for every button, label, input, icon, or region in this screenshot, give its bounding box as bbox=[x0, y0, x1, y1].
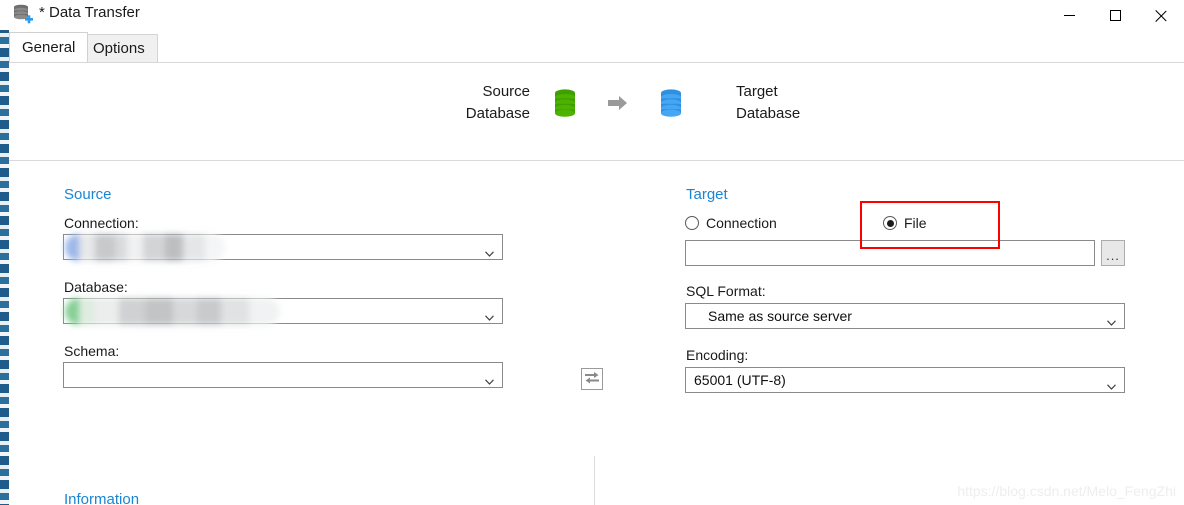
chevron-down-icon bbox=[1107, 313, 1116, 326]
minimize-button[interactable] bbox=[1046, 0, 1092, 30]
target-database-caption: Target Database bbox=[736, 81, 832, 125]
source-connection-combo[interactable] bbox=[63, 234, 503, 260]
background-strip-cover bbox=[0, 0, 9, 30]
radio-checked-icon bbox=[883, 216, 897, 230]
chevron-down-icon bbox=[485, 244, 494, 257]
source-caption-line2: Database bbox=[465, 105, 530, 122]
title-bar: * Data Transfer bbox=[9, 0, 1184, 30]
target-encoding-label: Encoding: bbox=[686, 347, 749, 363]
tab-strip: General Options bbox=[9, 32, 1184, 62]
chevron-down-icon bbox=[1107, 377, 1116, 390]
target-file-radio-label: File bbox=[904, 215, 927, 231]
target-encoding-combo[interactable]: 65001 (UTF-8) bbox=[685, 367, 1125, 393]
bottom-vertical-divider bbox=[594, 456, 595, 505]
tab-options[interactable]: Options bbox=[80, 34, 158, 62]
close-icon bbox=[1155, 9, 1168, 22]
target-file-path-input[interactable] bbox=[685, 240, 1095, 266]
tab-general[interactable]: General bbox=[9, 32, 89, 62]
window-controls bbox=[1046, 0, 1184, 30]
watermark-text: https://blog.csdn.net/Melo_FengZhi bbox=[957, 483, 1176, 499]
transfer-diagram: Source Database Target Database bbox=[434, 81, 832, 125]
close-button[interactable] bbox=[1138, 0, 1184, 30]
source-section-title: Source bbox=[64, 186, 112, 203]
maximize-button[interactable] bbox=[1092, 0, 1138, 30]
maximize-icon bbox=[1109, 9, 1121, 21]
ellipsis-icon: ... bbox=[1106, 248, 1120, 263]
database-blue-icon bbox=[658, 88, 684, 118]
minimize-icon bbox=[1063, 14, 1075, 16]
target-sql-format-combo[interactable]: Same as source server bbox=[685, 303, 1125, 329]
transfer-form: Source Connection: Database: Schema: Tar… bbox=[9, 162, 1184, 505]
transfer-header-band: Source Database Target Database bbox=[9, 63, 1184, 161]
swap-arrows-icon bbox=[584, 370, 600, 389]
chevron-down-icon bbox=[485, 372, 494, 385]
target-encoding-value: 65001 (UTF-8) bbox=[694, 372, 786, 388]
source-schema-label: Schema: bbox=[64, 343, 120, 359]
swap-source-target-button[interactable] bbox=[581, 368, 603, 390]
tab-content-general: Source Database Target Database Source C… bbox=[9, 62, 1184, 505]
target-section-title: Target bbox=[686, 186, 728, 203]
source-database-caption: Source Database bbox=[434, 81, 530, 125]
database-add-icon bbox=[12, 3, 34, 25]
background-window-strip bbox=[0, 0, 9, 505]
source-connection-label: Connection: bbox=[64, 215, 139, 231]
source-database-combo[interactable] bbox=[63, 298, 503, 324]
target-connection-radio-option[interactable]: Connection bbox=[685, 215, 777, 231]
target-sql-format-label: SQL Format: bbox=[686, 283, 766, 299]
information-section-title: Information bbox=[64, 491, 140, 505]
tab-general-label: General bbox=[22, 39, 76, 56]
browse-file-button[interactable]: ... bbox=[1101, 240, 1125, 266]
source-schema-combo[interactable] bbox=[63, 362, 503, 388]
data-transfer-window: * Data Transfer General Options Source D… bbox=[0, 0, 1184, 505]
arrow-right-icon bbox=[606, 93, 630, 113]
source-database-label: Database: bbox=[64, 279, 128, 295]
tab-options-label: Options bbox=[93, 40, 145, 57]
target-connection-radio-label: Connection bbox=[706, 215, 777, 231]
database-green-icon bbox=[552, 88, 578, 118]
target-sql-format-value: Same as source server bbox=[708, 308, 852, 324]
radio-unchecked-icon bbox=[685, 216, 699, 230]
source-caption-line1: Source bbox=[482, 83, 530, 100]
window-title: * Data Transfer bbox=[39, 4, 140, 21]
chevron-down-icon bbox=[485, 308, 494, 321]
target-file-radio-option[interactable]: File bbox=[883, 215, 927, 231]
target-caption-line1: Target bbox=[736, 83, 778, 100]
target-caption-line2: Database bbox=[736, 105, 801, 122]
